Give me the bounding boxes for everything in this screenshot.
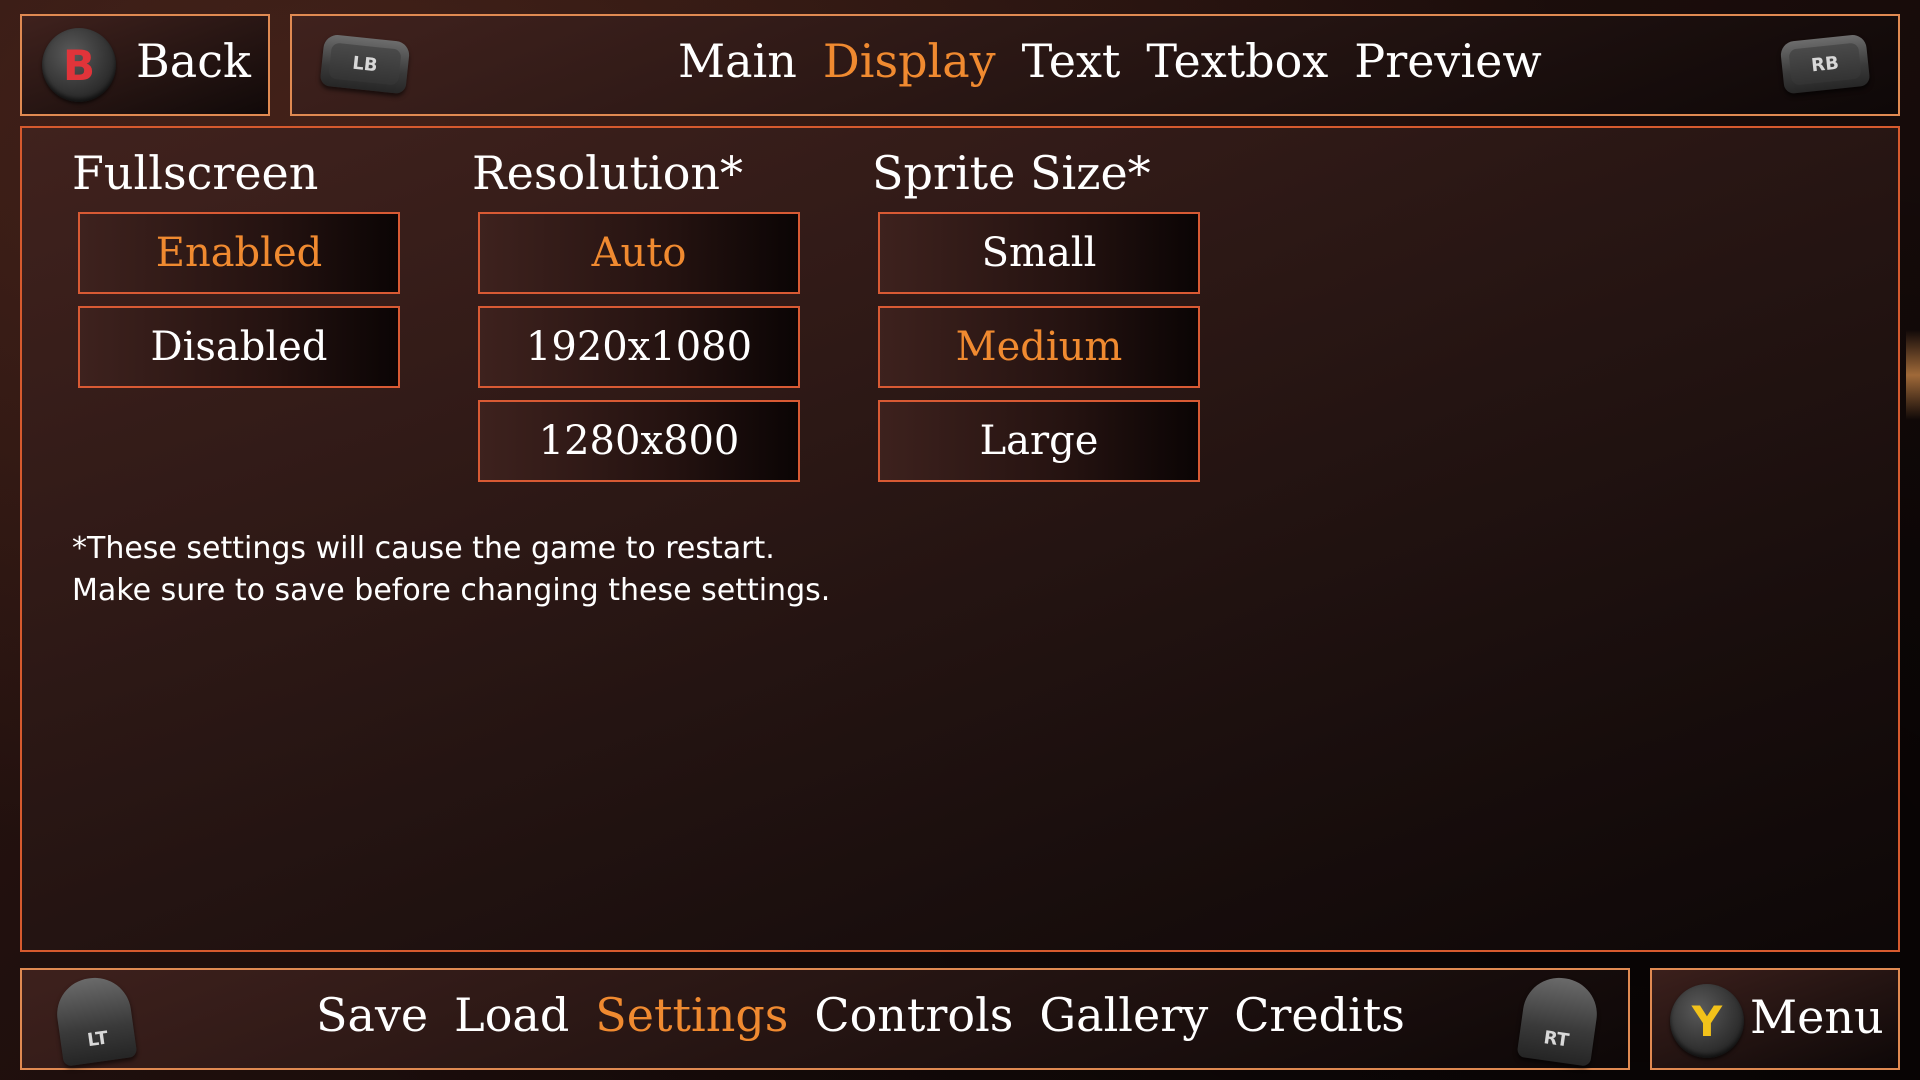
main-nav-tabs: Save Load Settings Controls Gallery Cred… [316, 988, 1405, 1042]
nav-save[interactable]: Save [316, 988, 428, 1042]
nav-credits[interactable]: Credits [1234, 988, 1405, 1042]
restart-note: *These settings will cause the game to r… [72, 528, 830, 612]
lb-bumper-label: LB [328, 42, 402, 86]
fullscreen-heading: Fullscreen [72, 146, 319, 200]
tab-main[interactable]: Main [678, 34, 797, 88]
nav-controls[interactable]: Controls [814, 988, 1013, 1042]
restart-note-line2: Make sure to save before changing these … [72, 573, 831, 608]
lb-bumper-icon[interactable]: LB [319, 33, 411, 95]
tab-preview[interactable]: Preview [1354, 34, 1541, 88]
menu-button[interactable]: Y Menu [1650, 968, 1900, 1070]
resolution-heading: Resolution* [472, 146, 744, 200]
resolution-option-1280x800[interactable]: 1280x800 [478, 400, 800, 482]
settings-tabs: Main Display Text Textbox Preview [678, 34, 1542, 88]
nav-load[interactable]: Load [454, 988, 569, 1042]
restart-note-line1: *These settings will cause the game to r… [72, 531, 775, 566]
nav-settings[interactable]: Settings [595, 988, 788, 1042]
menu-label: Menu [1750, 990, 1884, 1044]
sprite-size-heading: Sprite Size* [872, 146, 1151, 200]
resolution-option-1920x1080[interactable]: 1920x1080 [478, 306, 800, 388]
tab-display[interactable]: Display [823, 34, 996, 88]
fullscreen-option-disabled[interactable]: Disabled [78, 306, 400, 388]
resolution-option-auto[interactable]: Auto [478, 212, 800, 294]
rt-trigger-icon[interactable]: RT [1516, 973, 1602, 1067]
lt-trigger-icon[interactable]: LT [52, 973, 138, 1067]
tab-textbox[interactable]: Textbox [1146, 34, 1328, 88]
sprite-size-option-small[interactable]: Small [878, 212, 1200, 294]
sprite-size-option-large[interactable]: Large [878, 400, 1200, 482]
b-button-icon: B [42, 28, 116, 102]
sprite-size-option-medium[interactable]: Medium [878, 306, 1200, 388]
rb-bumper-label: RB [1788, 42, 1862, 86]
back-button[interactable]: B Back [20, 14, 270, 116]
fullscreen-option-enabled[interactable]: Enabled [78, 212, 400, 294]
background-glow [1906, 330, 1920, 420]
settings-tab-bar: LB Main Display Text Textbox Preview RB [290, 14, 1900, 116]
y-button-icon: Y [1670, 984, 1744, 1058]
nav-gallery[interactable]: Gallery [1039, 988, 1208, 1042]
display-settings-panel: Fullscreen Resolution* Sprite Size* Enab… [20, 126, 1900, 952]
back-label: Back [136, 34, 251, 88]
rb-bumper-icon[interactable]: RB [1779, 33, 1871, 95]
tab-text[interactable]: Text [1022, 34, 1121, 88]
main-nav-bar: LT Save Load Settings Controls Gallery C… [20, 968, 1630, 1070]
